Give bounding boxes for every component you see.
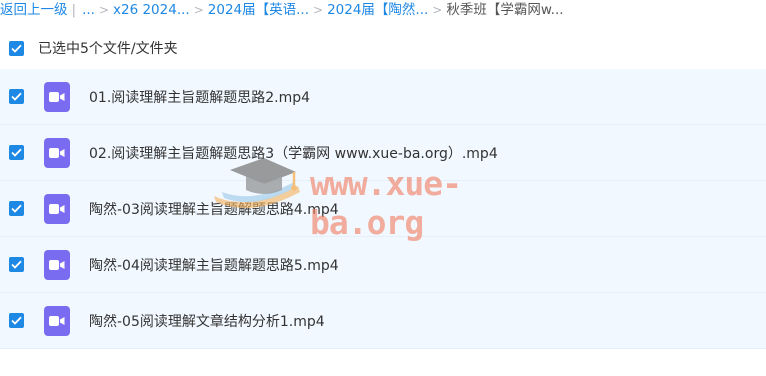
file-list: 01.阅读理解主旨题解题思路2.mp4 02.阅读理解主旨题解题思路3（学霸网 … (0, 69, 766, 349)
file-name[interactable]: 陶然-05阅读理解文章结构分析1.mp4 (89, 311, 325, 331)
breadcrumb: 返回上一级 | ... > x26 2024... > 2024届【英语... … (0, 0, 766, 20)
file-row[interactable]: 01.阅读理解主旨题解题思路2.mp4 (0, 69, 766, 125)
file-checkbox[interactable] (9, 145, 24, 160)
checkmark-icon (11, 44, 22, 53)
file-checkbox[interactable] (9, 201, 24, 216)
file-name[interactable]: 02.阅读理解主旨题解题思路3（学霸网 www.xue-ba.org）.mp4 (89, 143, 498, 163)
file-checkbox[interactable] (9, 257, 24, 272)
breadcrumb-pipe: | (71, 2, 77, 18)
video-file-icon (44, 193, 70, 224)
file-name[interactable]: 陶然-04阅读理解主旨题解题思路5.mp4 (89, 255, 339, 275)
chevron-right-icon: > (313, 3, 324, 17)
file-row[interactable]: 陶然-05阅读理解文章结构分析1.mp4 (0, 293, 766, 349)
file-row[interactable]: 陶然-04阅读理解主旨题解题思路5.mp4 (0, 237, 766, 293)
breadcrumb-item-2[interactable]: 2024届【英语... (208, 2, 309, 18)
video-file-icon (44, 249, 70, 280)
video-file-icon (44, 305, 70, 336)
selection-header: 已选中5个文件/文件夹 (0, 36, 766, 60)
breadcrumb-current: 秋季班【学霸网w... (446, 2, 564, 18)
breadcrumb-item-1[interactable]: x26 2024... (113, 2, 190, 18)
file-row[interactable]: 02.阅读理解主旨题解题思路3（学霸网 www.xue-ba.org）.mp4 (0, 125, 766, 181)
chevron-right-icon: > (98, 3, 109, 17)
file-browser: 返回上一级 | ... > x26 2024... > 2024届【英语... … (0, 0, 766, 376)
video-file-icon (44, 81, 70, 112)
file-name[interactable]: 陶然-03阅读理解主旨题解题思路4.mp4 (89, 199, 339, 219)
select-all-checkbox[interactable] (9, 40, 24, 56)
checkmark-icon (11, 316, 22, 325)
video-file-icon (44, 137, 70, 168)
back-link[interactable]: 返回上一级 (0, 2, 68, 18)
chevron-right-icon: > (193, 3, 204, 17)
file-checkbox[interactable] (9, 313, 24, 328)
file-row[interactable]: 陶然-03阅读理解主旨题解题思路4.mp4 (0, 181, 766, 237)
selection-count-label: 已选中5个文件/文件夹 (38, 41, 178, 57)
file-checkbox[interactable] (9, 89, 24, 104)
chevron-right-icon: > (432, 3, 443, 17)
breadcrumb-ellipsis[interactable]: ... (82, 2, 95, 18)
checkmark-icon (11, 92, 22, 101)
breadcrumb-item-3[interactable]: 2024届【陶然... (327, 2, 428, 18)
checkmark-icon (11, 204, 22, 213)
file-name[interactable]: 01.阅读理解主旨题解题思路2.mp4 (89, 87, 310, 107)
checkmark-icon (11, 148, 22, 157)
checkmark-icon (11, 260, 22, 269)
